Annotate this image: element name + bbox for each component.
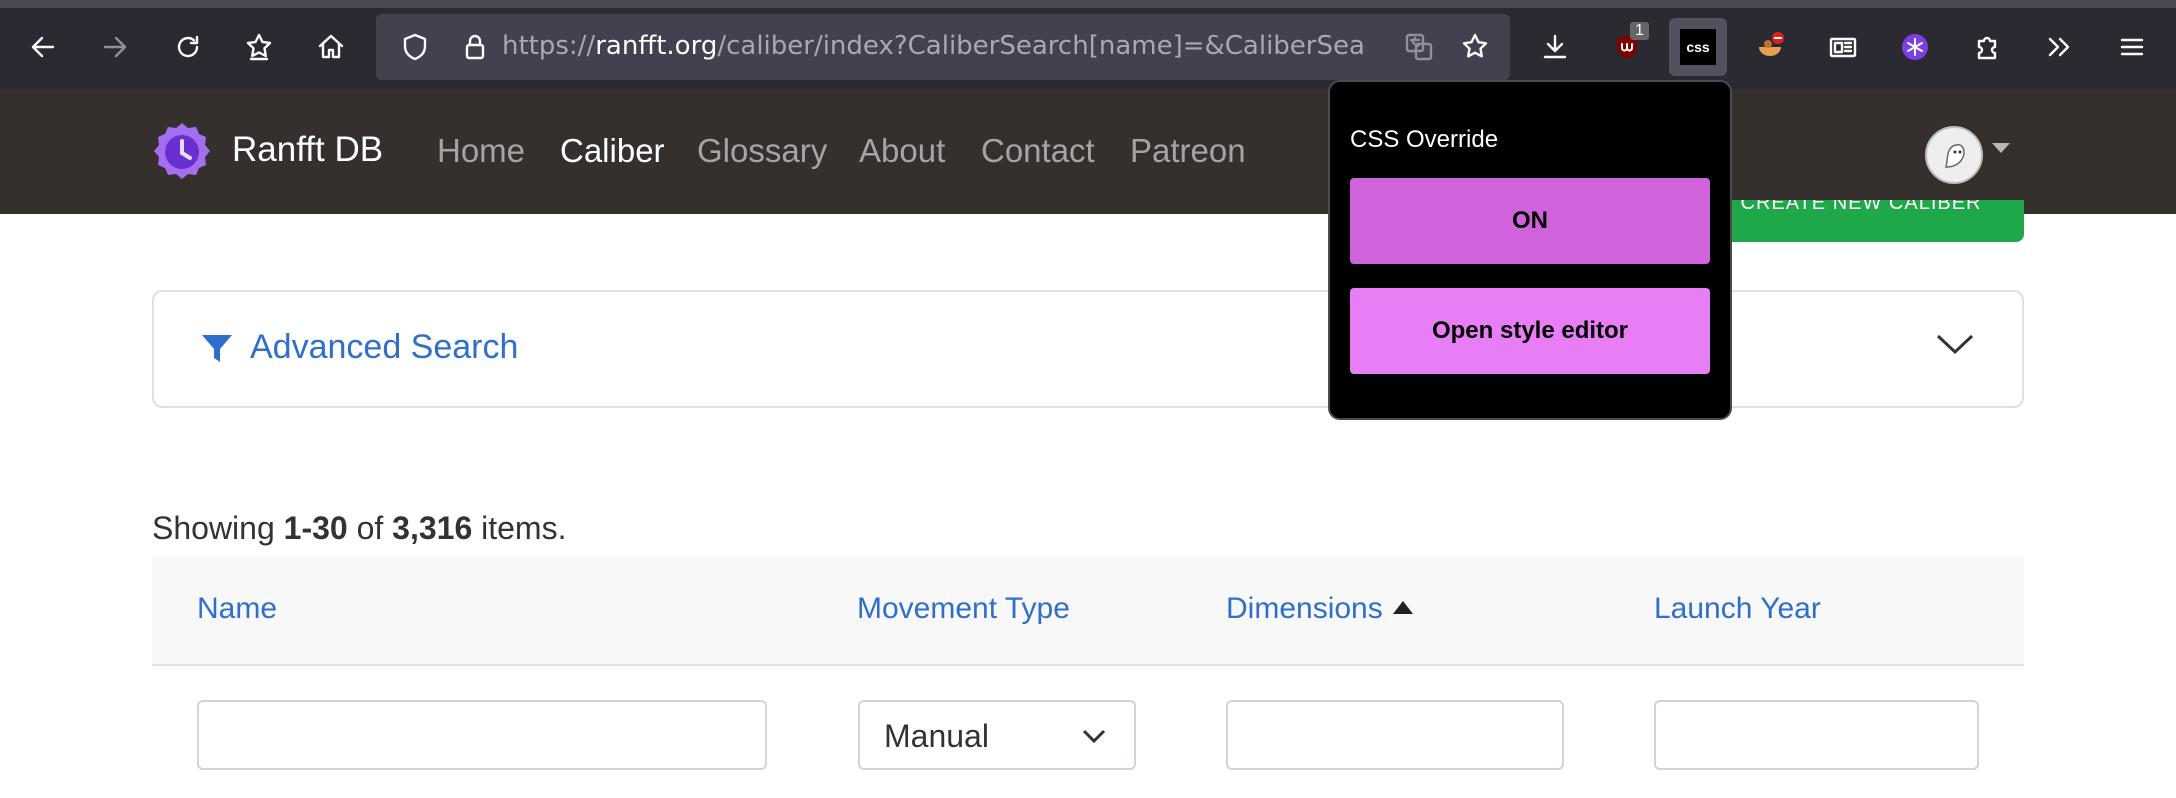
navbar-edge <box>1690 204 2030 214</box>
bookmark-star-icon <box>1462 33 1488 58</box>
column-name[interactable]: Name <box>197 592 277 626</box>
movement-type-value: Manual <box>884 718 989 754</box>
brand-name[interactable]: Ranfft DB <box>232 130 383 170</box>
advanced-search-title[interactable]: Advanced Search <box>250 328 518 367</box>
column-movement-type[interactable]: Movement Type <box>857 592 1070 626</box>
home-button[interactable] <box>302 18 360 76</box>
shield-icon <box>403 33 427 61</box>
snowflake-icon <box>1902 34 1928 60</box>
translate-icon <box>1405 33 1433 61</box>
css-icon: css <box>1680 29 1716 65</box>
chevron-down-icon <box>1082 729 1106 744</box>
menu-icon <box>2120 38 2144 56</box>
nav-about[interactable]: About <box>859 132 945 170</box>
column-dimensions[interactable]: Dimensions <box>1226 592 1413 626</box>
sort-ascending-icon <box>1392 601 1413 614</box>
lock-icon <box>465 34 485 60</box>
overflow-menu-button[interactable] <box>2030 18 2088 76</box>
extensions-star-button[interactable] <box>230 18 288 76</box>
nav-glossary[interactable]: Glossary <box>697 132 827 170</box>
results-summary: Showing 1-30 of 3,316 items. <box>152 510 567 546</box>
ublock-badge: 1 <box>1630 22 1649 40</box>
back-button[interactable] <box>14 18 72 76</box>
snowflake-button[interactable] <box>1886 18 1944 76</box>
app-menu-button[interactable] <box>2103 18 2161 76</box>
puzzle-icon <box>1977 36 1997 60</box>
extensions-button[interactable] <box>1958 18 2016 76</box>
forward-icon <box>103 36 127 58</box>
reload-icon <box>177 35 199 58</box>
ghost-icon <box>1945 144 1965 168</box>
nav-home[interactable]: Home <box>437 132 525 170</box>
movement-type-select[interactable]: Manual <box>858 700 1136 770</box>
ublock-button[interactable]: 1 <box>1598 18 1656 76</box>
extensions-star-icon <box>246 33 272 61</box>
filter-icon <box>202 335 232 362</box>
tracking-protection-button[interactable] <box>386 18 444 76</box>
user-menu-caret[interactable] <box>1992 143 2010 153</box>
download-icon <box>1543 34 1567 59</box>
avatar[interactable] <box>1925 126 1983 184</box>
ext-bowl-icon <box>1759 32 1784 56</box>
css-override-button[interactable]: css <box>1669 18 1727 76</box>
reload-button[interactable] <box>159 18 217 76</box>
url-bar[interactable]: https://ranfft.org/caliber/index?Caliber… <box>376 14 1510 80</box>
open-style-editor-button[interactable]: Open style editor <box>1350 288 1710 374</box>
url-text[interactable]: https://ranfft.org/caliber/index?Caliber… <box>502 31 1366 61</box>
bookmark-page-button[interactable] <box>1446 18 1504 76</box>
downloads-button[interactable] <box>1526 18 1584 76</box>
dimensions-filter-input[interactable] <box>1226 700 1564 770</box>
popup-title: CSS Override <box>1350 126 1499 153</box>
reader-icon <box>1829 37 1857 58</box>
name-filter-input[interactable] <box>197 700 767 770</box>
nav-patreon[interactable]: Patreon <box>1130 132 1246 170</box>
nav-caliber[interactable]: Caliber <box>560 132 665 170</box>
column-launch-year[interactable]: Launch Year <box>1654 592 1821 626</box>
ext-bowl-button[interactable] <box>1741 18 1799 76</box>
back-icon <box>31 36 55 58</box>
css-override-toggle-button[interactable]: ON <box>1350 178 1710 264</box>
chevron-down-icon[interactable] <box>1935 332 1975 356</box>
home-icon <box>318 34 344 59</box>
site-info-button[interactable] <box>446 18 504 76</box>
forward-button[interactable] <box>86 18 144 76</box>
launch-year-filter-input[interactable] <box>1654 700 1979 770</box>
reader-view-button[interactable] <box>1814 18 1872 76</box>
translate-button[interactable] <box>1390 18 1448 76</box>
overflow-icon <box>2048 37 2070 57</box>
logo-clock-icon[interactable] <box>150 120 214 184</box>
nav-contact[interactable]: Contact <box>981 132 1095 170</box>
